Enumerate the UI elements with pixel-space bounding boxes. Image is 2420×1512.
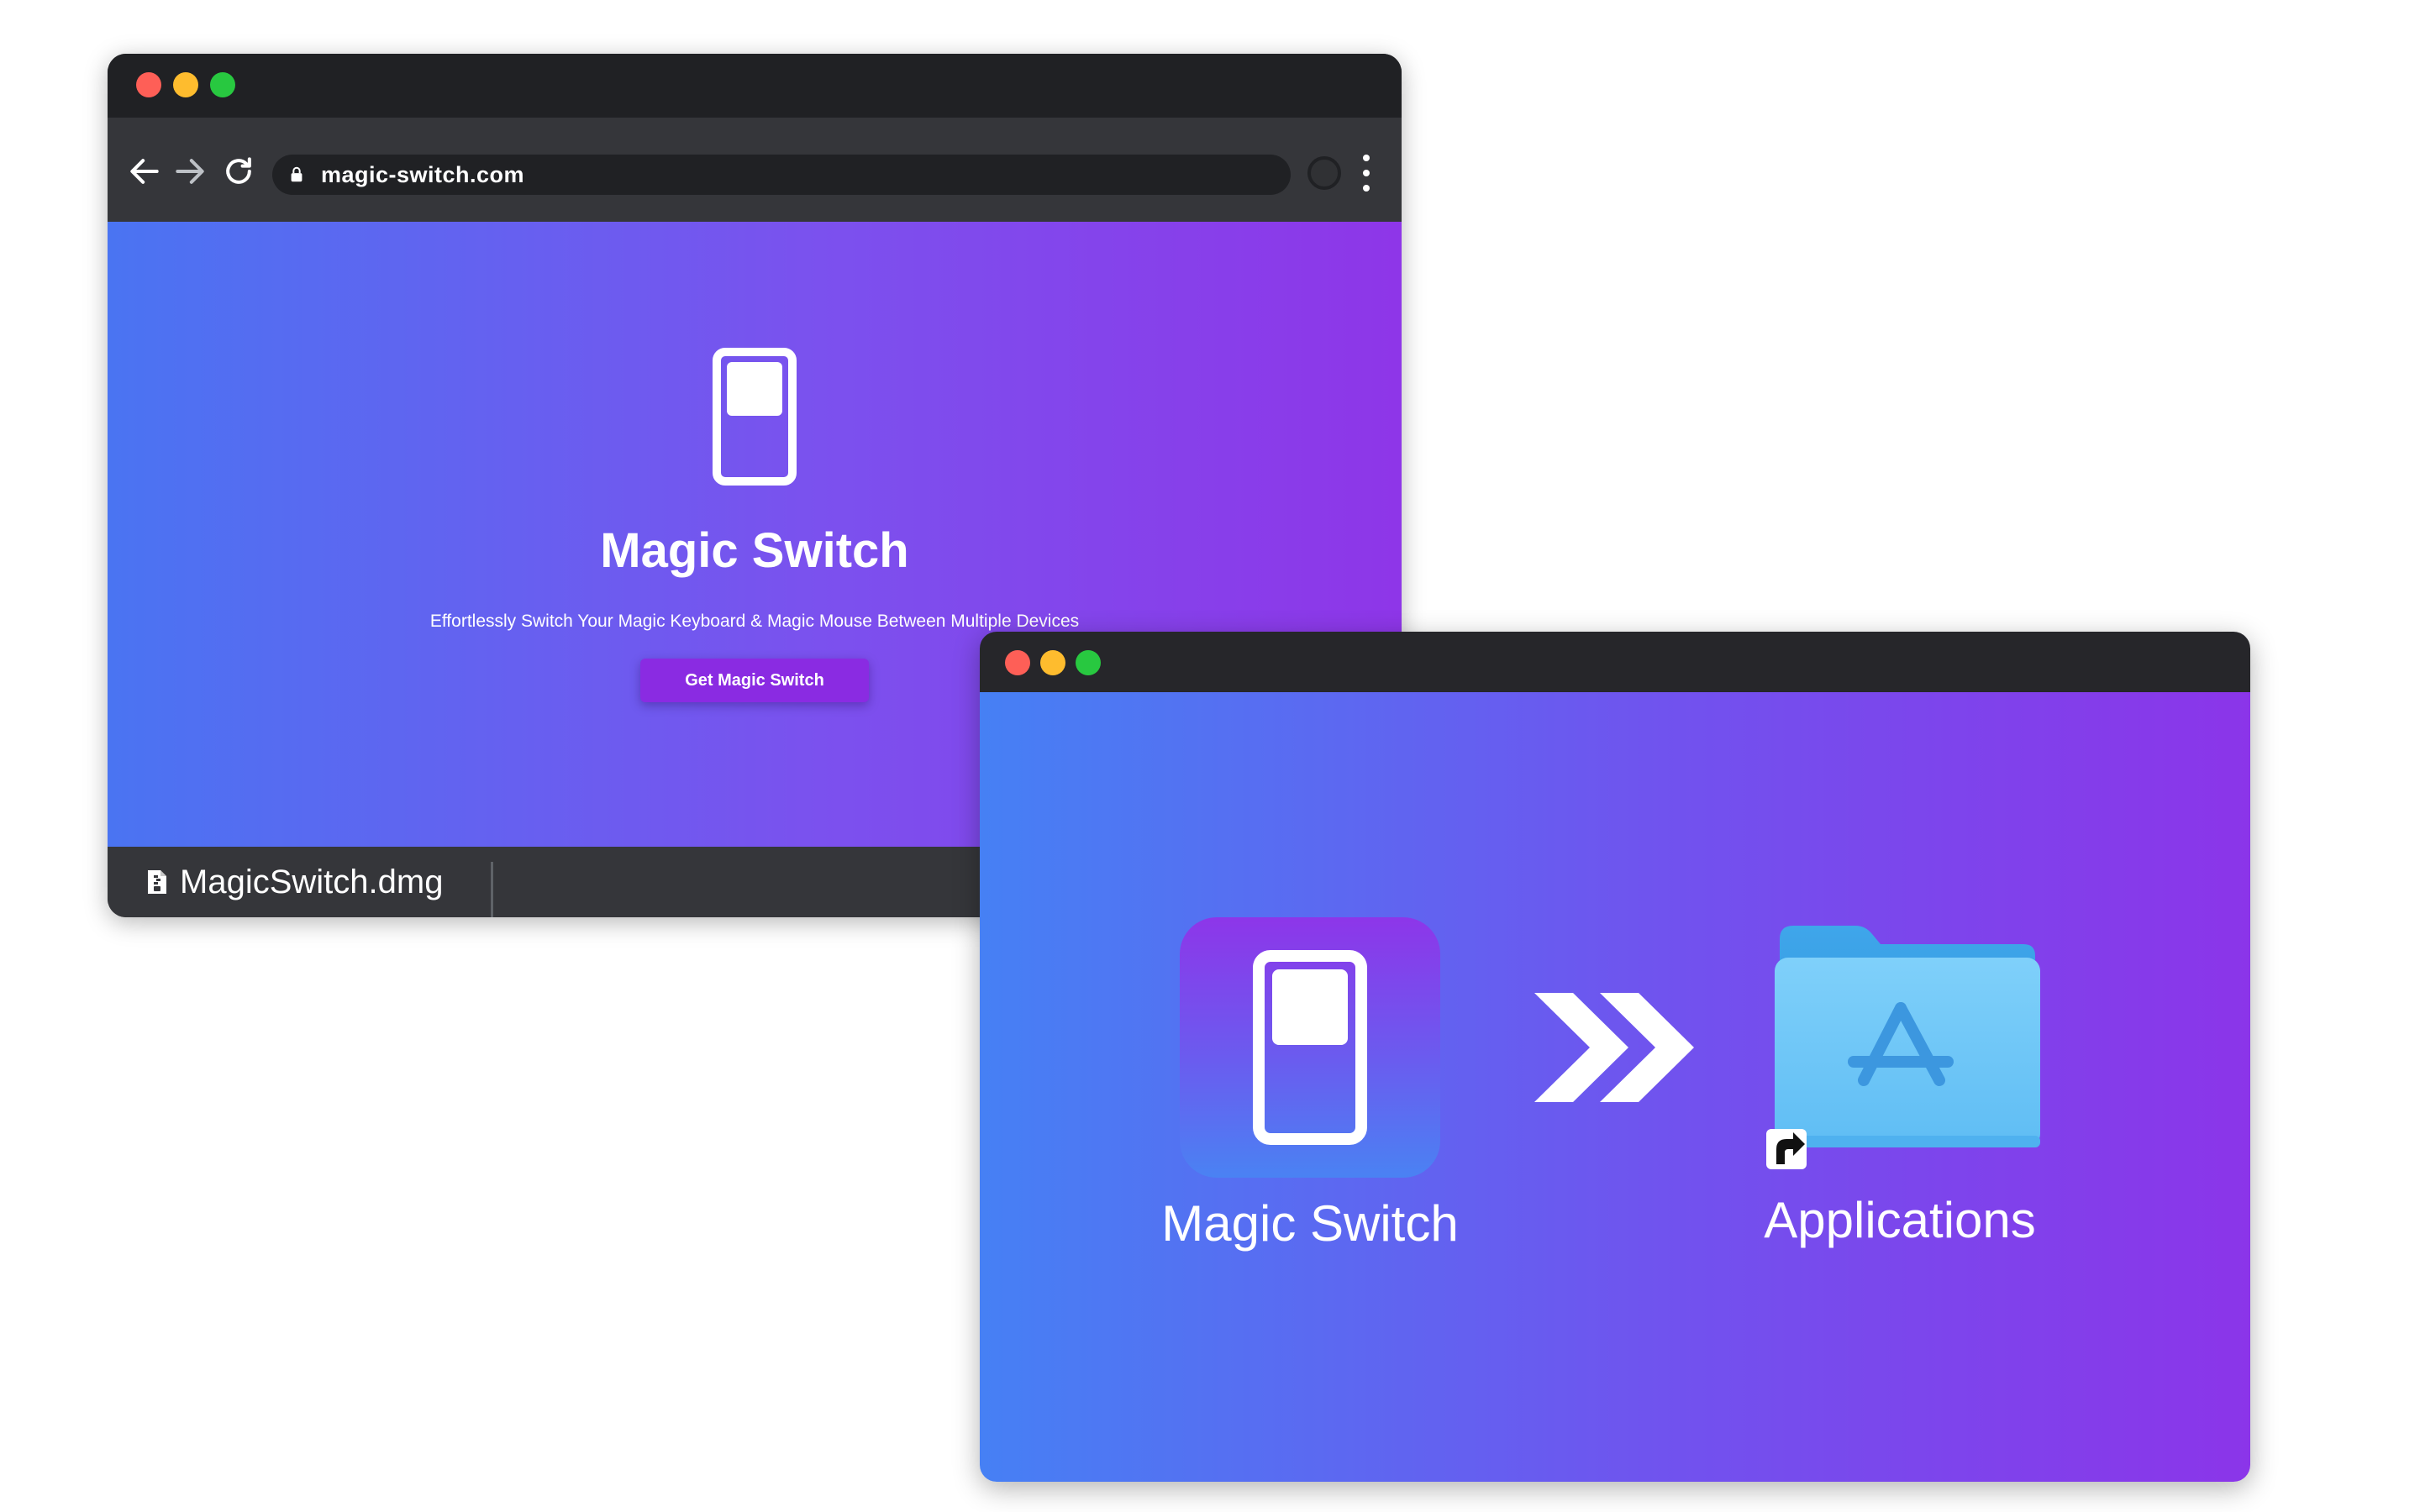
file-icon [148,870,166,894]
applications-label: Applications [1764,1192,2036,1248]
switch-icon [713,348,797,486]
back-button[interactable] [123,150,166,193]
profile-icon[interactable] [1307,156,1341,190]
page-title: Magic Switch [600,523,909,578]
forward-button[interactable] [168,150,212,193]
address-bar[interactable]: magic-switch.com [272,155,1291,195]
close-button[interactable] [1005,650,1030,675]
browser-toolbar: magic-switch.com [108,118,1402,222]
double-chevron-right-icon [1534,993,1694,1102]
minimize-button[interactable] [1040,650,1065,675]
switch-icon [1253,950,1367,1145]
zoom-button[interactable] [1076,650,1101,675]
reload-icon [226,157,251,184]
get-magic-switch-button[interactable]: Get Magic Switch [640,659,869,702]
kebab-menu-icon[interactable] [1356,155,1376,192]
download-divider [491,862,493,917]
applications-folder-icon[interactable] [1771,909,2042,1161]
url-text: magic-switch.com [321,161,525,187]
magic-switch-app-icon[interactable] [1180,917,1440,1178]
app-label: Magic Switch [1161,1195,1459,1252]
close-button[interactable] [136,72,161,97]
alias-arrow-icon [1766,1129,1807,1169]
browser-titlebar [108,54,1402,118]
dmg-window: Magic Switch Applications [980,632,2250,1482]
dmg-titlebar [980,632,2250,692]
forward-arrow-icon [176,159,204,184]
reload-button[interactable] [217,150,260,193]
lock-icon [287,164,309,186]
download-item[interactable]: MagicSwitch.dmg [146,847,443,917]
minimize-button[interactable] [173,72,198,97]
zoom-button[interactable] [210,72,235,97]
back-arrow-icon [130,159,159,184]
download-filename: MagicSwitch.dmg [180,863,444,900]
dmg-content: Magic Switch Applications [980,692,2250,1482]
page-tagline: Effortlessly Switch Your Magic Keyboard … [429,612,1080,631]
